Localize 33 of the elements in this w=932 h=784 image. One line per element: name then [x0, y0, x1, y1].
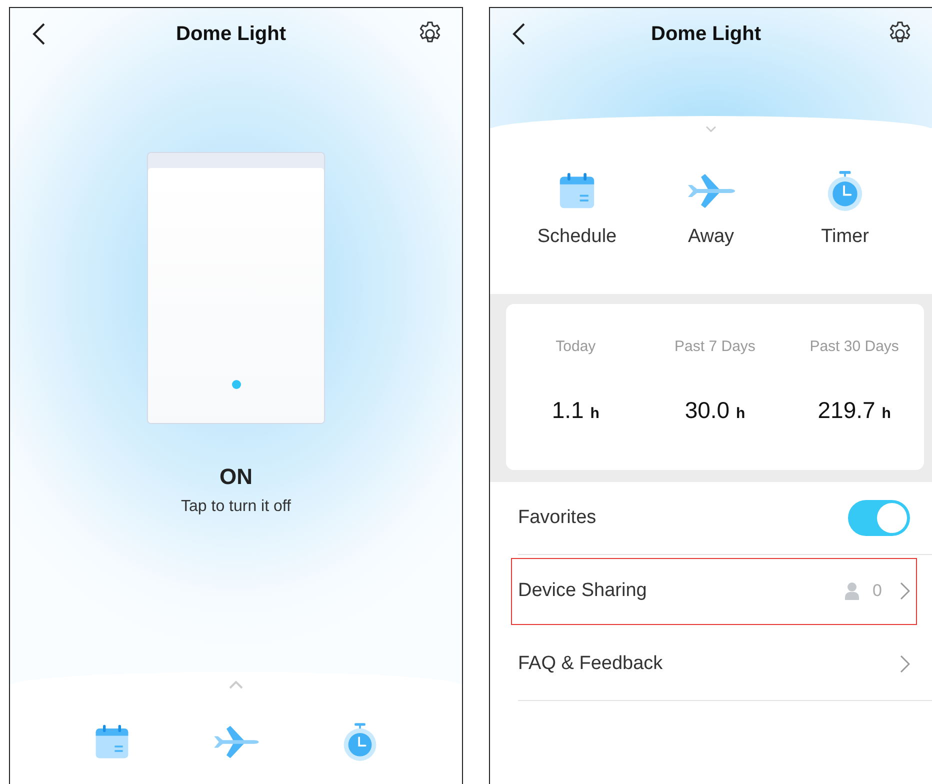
calendar-icon[interactable]: [94, 723, 130, 761]
usage-period: Today: [556, 338, 596, 355]
settings-row[interactable]: FAQ & Feedback: [518, 628, 932, 701]
feature-label[interactable]: Away: [688, 226, 734, 248]
setting-label: Favorites: [518, 507, 596, 529]
usage-value: 30.0 h: [684, 397, 746, 424]
chevron-up-icon[interactable]: [229, 681, 243, 689]
usage-period: Past 7 Days: [674, 338, 756, 355]
share-count: 0: [872, 581, 882, 601]
setting-label: Device Sharing: [518, 580, 647, 602]
feature-label[interactable]: Schedule: [537, 226, 617, 248]
settings-row[interactable]: Favorites: [518, 482, 932, 555]
back-icon[interactable]: [32, 22, 46, 46]
stopwatch-icon[interactable]: [826, 170, 864, 212]
stopwatch-icon[interactable]: [342, 723, 378, 761]
setting-label: FAQ & Feedback: [518, 653, 663, 675]
person-icon: [844, 582, 859, 600]
usage-period: Past 30 Days: [810, 338, 899, 355]
usage-value: 1.1 h: [552, 397, 600, 424]
airplane-icon[interactable]: [212, 723, 260, 761]
power-hint: Tap to turn it off: [181, 498, 291, 516]
highlighted-row[interactable]: Device Sharing 0: [508, 555, 920, 628]
power-status: ON: [220, 464, 252, 490]
chevron-right-icon: [900, 582, 910, 600]
light-switch[interactable]: [147, 152, 325, 424]
feature-label[interactable]: Timer: [821, 226, 869, 248]
screen-title: Dome Light: [176, 22, 286, 46]
back-icon[interactable]: [512, 22, 526, 46]
usage-value: 219.7 h: [818, 397, 891, 424]
screen-title: Dome Light: [651, 22, 761, 46]
chevron-right-icon: [900, 655, 910, 673]
chevron-down-icon[interactable]: [705, 126, 717, 132]
toggle-switch[interactable]: [848, 500, 910, 536]
